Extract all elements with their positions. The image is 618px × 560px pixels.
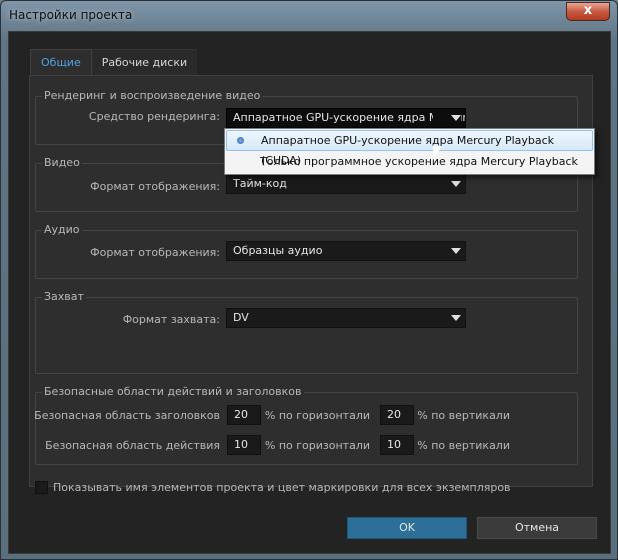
title-safe-horizontal-input[interactable]: 20 xyxy=(227,405,261,425)
audio-group-label: Аудио xyxy=(42,223,82,236)
cancel-button[interactable]: Отмена xyxy=(477,517,597,539)
ok-button[interactable]: OK xyxy=(347,517,467,539)
capture-format-value: DV xyxy=(233,311,249,324)
tab-bar: Общие Рабочие диски xyxy=(30,49,198,75)
render-option-software[interactable]: Только программное ускорение ядра Mercur… xyxy=(226,152,593,173)
audio-format-select[interactable]: Образцы аудио xyxy=(226,241,466,261)
selected-dot-icon xyxy=(237,137,244,144)
chevron-down-icon xyxy=(451,181,461,187)
show-names-label: Показывать имя элементов проекта и цвет … xyxy=(53,481,511,494)
audio-format-value: Образцы аудио xyxy=(233,244,323,257)
video-format-value: Тайм-код xyxy=(233,177,287,190)
close-button[interactable]: x xyxy=(566,2,610,21)
video-format-label: Формат отображения: xyxy=(90,180,220,193)
project-settings-window: Настройки проекта x Общие Рабочие диски … xyxy=(0,0,618,560)
render-group-label: Рендеринг и воспроизведение видео xyxy=(42,89,263,102)
chevron-down-icon xyxy=(451,115,461,121)
tab-general[interactable]: Общие xyxy=(30,49,92,75)
title-safe-vertical-input[interactable]: 20 xyxy=(380,405,414,425)
show-names-checkbox[interactable] xyxy=(35,481,48,494)
mouse-cursor-icon xyxy=(433,146,442,160)
render-option-gpu[interactable]: Аппаратное GPU-ускорение ядра Mercury Pl… xyxy=(226,130,593,167)
safe-areas-group: Безопасные области действий и заголовков xyxy=(35,385,578,465)
render-engine-select[interactable]: Аппаратное GPU-ускорение ядра Mercury Pl… xyxy=(226,108,466,128)
render-engine-label: Средство рендеринга: xyxy=(88,110,220,123)
chevron-down-icon xyxy=(451,248,461,254)
render-engine-dropdown: Аппаратное GPU-ускорение ядра Mercury Pl… xyxy=(224,128,595,175)
window-title: Настройки проекта xyxy=(9,8,133,22)
capture-format-label: Формат захвата: xyxy=(122,313,220,326)
title-safe-label: Безопасная область заголовков xyxy=(34,409,220,422)
action-safe-label: Безопасная область действия xyxy=(45,439,220,452)
action-safe-vertical-input[interactable]: 10 xyxy=(380,435,414,455)
safe-areas-group-label: Безопасные области действий и заголовков xyxy=(42,385,304,398)
audio-format-label: Формат отображения: xyxy=(90,246,220,259)
tab-scratch-disks[interactable]: Рабочие диски xyxy=(91,49,198,75)
render-engine-value: Аппаратное GPU-ускорение ядра Mercury Pl… xyxy=(233,111,465,124)
video-group-label: Видео xyxy=(42,156,82,169)
capture-group-label: Захват xyxy=(42,290,86,303)
action-safe-vertical-unit: % по вертикали xyxy=(417,439,510,452)
action-safe-horizontal-unit: % по горизонтали xyxy=(264,439,370,452)
title-safe-horizontal-unit: % по горизонтали xyxy=(264,409,370,422)
render-option-software-label: Только программное ускорение ядра Mercur… xyxy=(260,155,578,168)
video-format-select[interactable]: Тайм-код xyxy=(226,174,466,194)
capture-format-select[interactable]: DV xyxy=(226,308,466,328)
chevron-down-icon xyxy=(451,315,461,321)
title-safe-vertical-unit: % по вертикали xyxy=(417,409,510,422)
title-bar[interactable]: Настройки проекта x xyxy=(1,1,617,31)
close-icon: x xyxy=(583,3,593,18)
action-safe-horizontal-input[interactable]: 10 xyxy=(227,435,261,455)
dialog-body: Общие Рабочие диски Рендеринг и воспроиз… xyxy=(8,31,611,554)
